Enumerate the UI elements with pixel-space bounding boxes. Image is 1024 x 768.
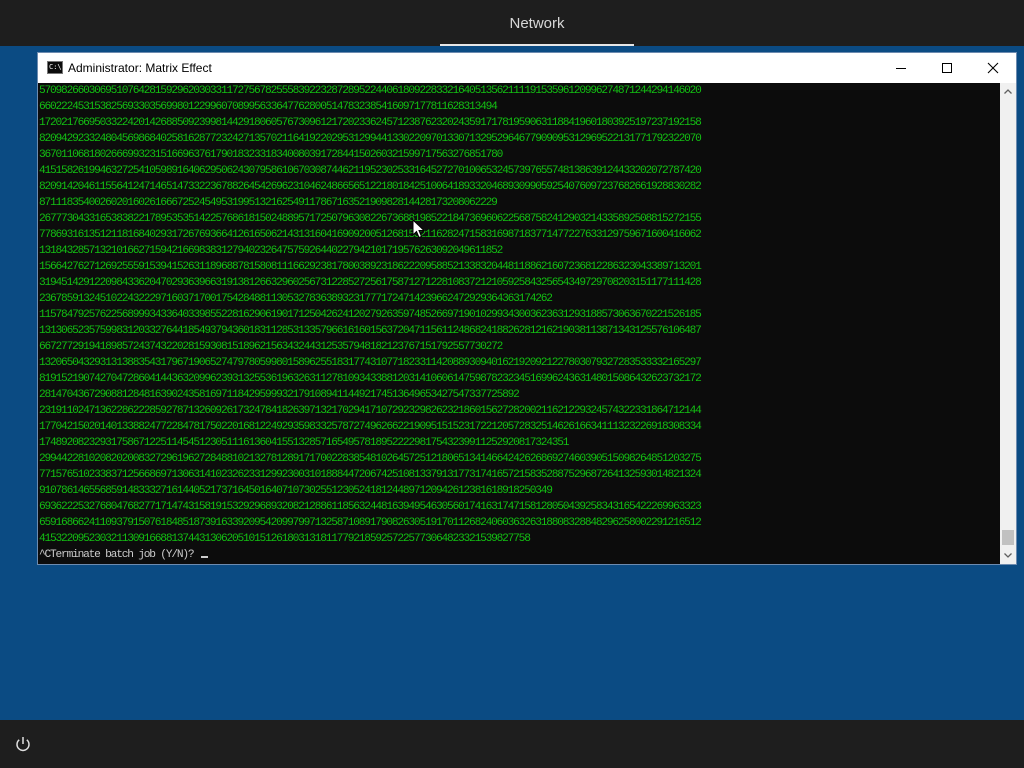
scroll-down-button[interactable]: [1000, 547, 1016, 564]
console-line: 1770421502014013388247722847817502201681…: [39, 421, 702, 433]
console-output[interactable]: 5709826603069510764281592962030331172756…: [38, 83, 1000, 564]
console-line: 2367859132451022432229716037170017542848…: [39, 293, 553, 305]
close-icon: [987, 62, 999, 74]
console-line: 1157847925762256899934336403398552281629…: [39, 309, 702, 321]
window-title: Administrator: Matrix Effect: [68, 61, 212, 75]
minimize-button[interactable]: [878, 53, 924, 83]
text-cursor: [200, 556, 208, 558]
console-line: 8711183540026020160261666725245495319951…: [39, 197, 498, 209]
console-line: 6936222532768047682771714743158191532929…: [39, 501, 702, 513]
console-line: 2994422810208202008327296196272848810213…: [39, 453, 702, 465]
scroll-thumb[interactable]: [1002, 530, 1014, 545]
console-line: 8191521907427047286041443632099623931325…: [39, 373, 702, 385]
console-line: 7715765102338371256686971306314102326233…: [39, 469, 702, 481]
console-line: 8209429233248045698684025816287723242713…: [39, 133, 702, 145]
scroll-up-button[interactable]: [1000, 83, 1016, 100]
console-line: 4153220952303211309166881374431306205101…: [39, 533, 531, 545]
vertical-scrollbar[interactable]: [1000, 83, 1016, 564]
console-window[interactable]: C:\ Administrator: Matrix Effect 5709826…: [38, 53, 1016, 564]
console-line: 9107861465568591483332716144052173716450…: [39, 485, 553, 497]
tab-network-label: Network: [509, 15, 565, 32]
window-titlebar[interactable]: C:\ Administrator: Matrix Effect: [38, 53, 1016, 83]
chevron-down-icon: [1004, 553, 1012, 558]
maximize-button[interactable]: [924, 53, 970, 83]
console-line: 6591686624110937915076184851873916339209…: [39, 517, 702, 529]
console-line: 1566427627126925559153941526311896887815…: [39, 261, 702, 273]
tab-network[interactable]: Network: [440, 0, 634, 46]
console-line: 3194514291220984336204702936396631913812…: [39, 277, 702, 289]
maximize-icon: [942, 63, 952, 73]
console-line: 1748920823293175867122511454512305111613…: [39, 437, 570, 449]
console-line: 6672772919418985724374322028159308151896…: [39, 341, 503, 353]
console-line: 6602224531538256933035699801229960708995…: [39, 101, 498, 113]
console-line: 1720217669503322420142688509239981442918…: [39, 117, 702, 129]
console-prompt-text: ^CTerminate batch job (Y/N)?: [39, 549, 199, 561]
power-button[interactable]: [13, 734, 33, 754]
minimize-icon: [896, 68, 906, 69]
console-prompt-line: ^CTerminate batch job (Y/N)?: [38, 547, 1000, 563]
console-line: 1318432857132101662715942166983831279402…: [39, 245, 503, 257]
bottom-bar: [0, 720, 1024, 768]
console-line: 2814704367290881284816390243581697118429…: [39, 389, 520, 401]
chevron-up-icon: [1004, 89, 1012, 94]
console-line: 2319110247136228622285927871326092617324…: [39, 405, 702, 417]
console-line: 1320650432931313883543179671906527479780…: [39, 357, 702, 369]
console-line: 2677730433165383822178953535142257686181…: [39, 213, 702, 225]
console-line: 1313065235759983120332764418549379436018…: [39, 325, 702, 337]
power-icon: [16, 737, 30, 752]
console-line: 5709826603069510764281592962030331172756…: [39, 85, 702, 97]
close-button[interactable]: [970, 53, 1016, 83]
console-line: 7786931613512118168402931726769366412616…: [39, 229, 702, 241]
console-line: 4151582619946327254105989164062950624307…: [39, 165, 702, 177]
console-line: 8209142046115564124714651473322367882645…: [39, 181, 702, 193]
console-line: 3670110681802666993231516696376179018323…: [39, 149, 503, 161]
console-icon-text: C:\: [49, 63, 62, 71]
top-bar: Network: [0, 0, 1024, 46]
console-icon[interactable]: C:\: [47, 61, 63, 74]
